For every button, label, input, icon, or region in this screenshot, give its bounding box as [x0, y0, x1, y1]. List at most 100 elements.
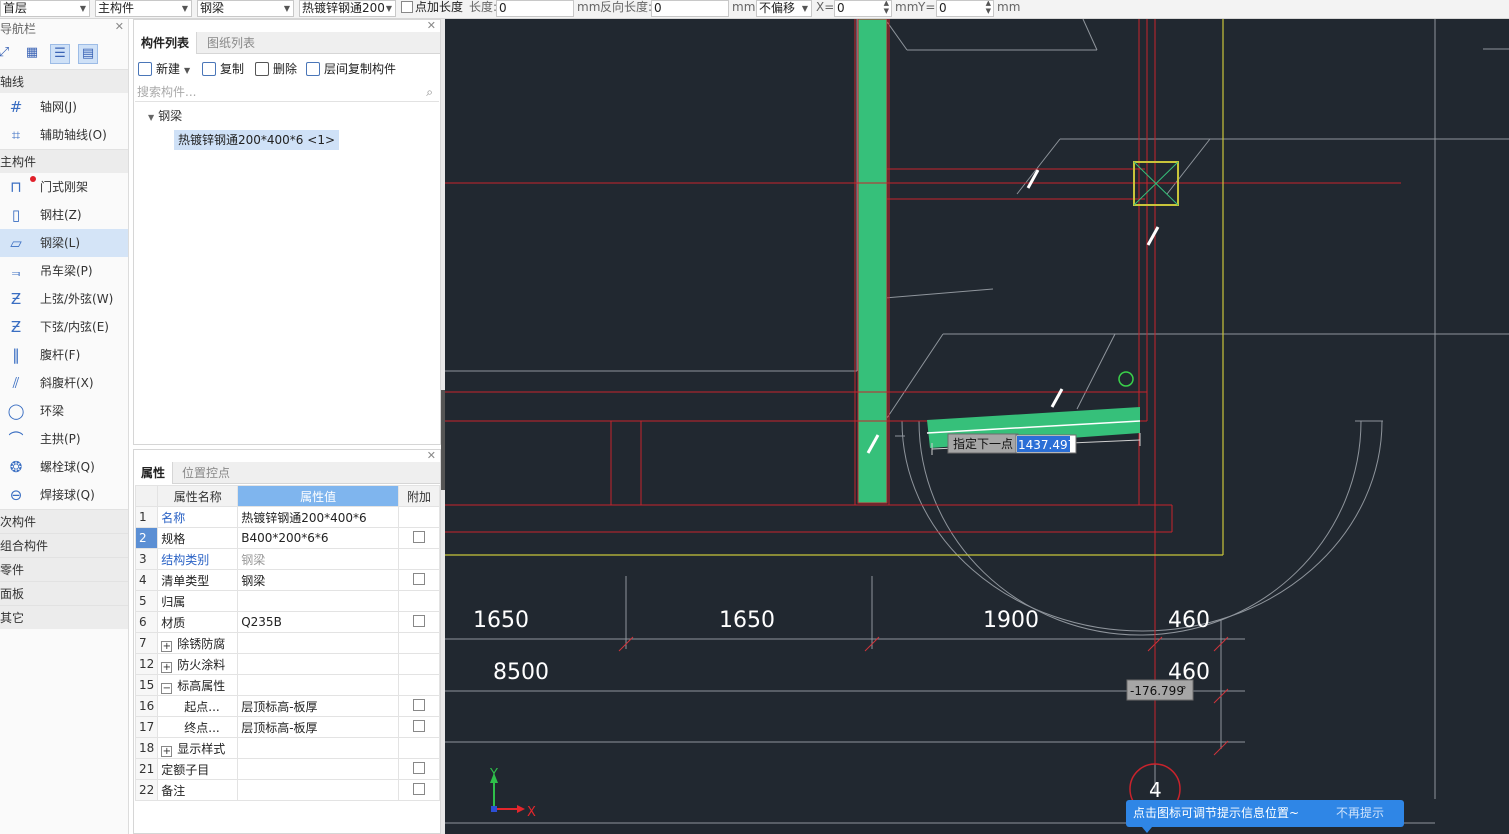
table-row[interactable]: 16 起点... 层顶标高-板厚 [134, 695, 440, 717]
expand-plus-icon[interactable]: + [161, 661, 173, 673]
nav-item-web-member[interactable]: ‖ 腹杆(F) [0, 341, 128, 369]
nav-section-other[interactable]: 其它 [0, 605, 128, 629]
collapse-minus-icon[interactable]: − [161, 682, 173, 694]
prop-value[interactable] [237, 779, 400, 801]
tab-properties[interactable]: 属性 [134, 462, 174, 484]
length-input[interactable]: 0 [496, 0, 574, 17]
spinner-icon[interactable]: ▲ ▼ [884, 1, 889, 15]
nav-item-aux-axis[interactable]: ⌗ 辅助轴线(O) [0, 121, 128, 149]
table-row[interactable]: 6 材质 Q235B [134, 611, 440, 633]
table-row[interactable]: 2 规格 B400*200*6*6 [134, 527, 440, 549]
offset-select[interactable]: 不偏移 ▼ [756, 0, 812, 17]
prop-name[interactable]: + 防火涂料 [157, 653, 239, 675]
list-view-icon[interactable]: ☰ [50, 44, 70, 64]
dismiss-hint-button[interactable]: 不再提示 [1336, 800, 1384, 827]
prop-value[interactable]: 层顶标高-板厚 [237, 716, 400, 738]
nav-item-bolt-ball[interactable]: ❂ 螺栓球(Q) [0, 453, 128, 481]
tab-component-list[interactable]: 构件列表 [134, 32, 198, 54]
prop-name[interactable]: + 除锈防腐 [157, 632, 239, 654]
table-row[interactable]: 21 定额子目 [134, 758, 440, 780]
extra-checkbox[interactable] [413, 761, 426, 774]
component-select[interactable]: 热镀锌钢通200 ▼ [299, 0, 396, 17]
nav-section-panel[interactable]: 面板 [0, 581, 128, 605]
icon-view-icon[interactable]: ▦ [22, 44, 42, 64]
nav-item-upper-chord[interactable]: Ƶ 上弦/外弦(W) [0, 285, 128, 313]
copy-button[interactable]: 复制 [202, 60, 244, 78]
nav-item-steel-beam[interactable]: ▱ 钢梁(L) [0, 229, 128, 257]
copy-between-floors-button[interactable]: 层间复制构件 [306, 60, 396, 78]
floor-select[interactable]: 首层 ▼ [0, 0, 90, 17]
prop-value[interactable]: 钢梁 [237, 569, 400, 591]
expand-plus-icon[interactable]: + [161, 640, 173, 652]
prop-value[interactable]: Q235B [237, 611, 400, 633]
angle-value[interactable]: -176.799 [1130, 684, 1184, 698]
extra-checkbox[interactable] [413, 572, 426, 585]
prop-value[interactable] [237, 758, 400, 780]
extra-checkbox[interactable] [413, 719, 426, 732]
table-row[interactable]: 12 + 防火涂料 [134, 653, 440, 675]
collapse-icon[interactable]: ⤢ [0, 44, 14, 64]
prop-value[interactable]: B400*200*6*6 [237, 527, 400, 549]
spinner-icon[interactable]: ▲ ▼ [986, 1, 991, 15]
prop-name[interactable]: + 显示样式 [157, 737, 239, 759]
extra-checkbox[interactable] [413, 530, 426, 543]
tab-drawing-list[interactable]: 图纸列表 [200, 32, 262, 54]
nav-section-axis[interactable]: 轴线 [0, 69, 128, 93]
nav-item-lower-chord[interactable]: Ƶ 下弦/内弦(E) [0, 313, 128, 341]
prop-name[interactable]: − 标高属性 [157, 674, 239, 696]
category-select[interactable]: 主构件 ▼ [95, 0, 192, 17]
nav-item-portal-frame[interactable]: ⊓ 门式刚架 [0, 173, 128, 201]
canvas-svg[interactable]: 1650 1650 1900 460 8500 460 4 Y X 指定下一点 … [445, 19, 1509, 834]
component-search-input[interactable]: 搜索构件... ⌕ [135, 82, 439, 102]
table-row[interactable]: 15 − 标高属性 [134, 674, 440, 696]
tree-item-selected[interactable]: 热镀锌钢通200*400*6 <1> [174, 130, 340, 150]
expand-plus-icon[interactable]: + [161, 745, 173, 757]
search-placeholder: 搜索构件... [137, 85, 197, 99]
nav-item-weld-ball[interactable]: ⊖ 焊接球(Q) [0, 481, 128, 509]
close-icon[interactable]: ✕ [427, 450, 436, 462]
extra-checkbox[interactable] [413, 782, 426, 795]
delete-button[interactable]: 删除 [255, 60, 297, 78]
nav-section-parts[interactable]: 零件 [0, 557, 128, 581]
extra-checkbox[interactable] [413, 698, 426, 711]
collapse-triangle-icon[interactable]: ▼ [148, 113, 154, 122]
table-row[interactable]: 1 名称 热镀锌钢通200*400*6 [134, 506, 440, 528]
nav-item-main-arch[interactable]: ⌒ 主拱(P) [0, 425, 128, 453]
table-row[interactable]: 5 归属 [134, 590, 440, 612]
nav-item-ring-beam[interactable]: ◯ 环梁 [0, 397, 128, 425]
y-input[interactable]: 0 ▲ ▼ [936, 0, 994, 17]
nav-section-main[interactable]: 主构件 [0, 149, 128, 173]
point-length-checkbox[interactable] [401, 1, 413, 13]
tree-group-steel-beam[interactable]: ▼ 钢梁 [148, 107, 182, 124]
nav-section-secondary[interactable]: 次构件 [0, 509, 128, 533]
tab-anchor-points[interactable]: 位置控点 [175, 462, 237, 484]
length-input-value[interactable]: 1437.497 [1018, 438, 1075, 452]
table-row[interactable]: 4 清单类型 钢梁 [134, 569, 440, 591]
prop-value[interactable]: 热镀锌钢通200*400*6 [237, 506, 400, 528]
search-icon[interactable]: ⌕ [426, 82, 433, 102]
point-length-toggle[interactable]: 点加长度 [401, 0, 463, 17]
type-select[interactable]: 钢梁 ▼ [197, 0, 294, 17]
new-button[interactable]: 新建 ▼ [138, 60, 190, 78]
detail-view-icon[interactable]: ▤ [78, 44, 98, 64]
hint-tooltip[interactable]: 点击图标可调节提示信息位置~ 不再提示 [1126, 800, 1404, 833]
reverse-length-input[interactable]: 0 [651, 0, 729, 17]
close-icon[interactable]: ✕ [427, 20, 436, 32]
nav-section-composite[interactable]: 组合构件 [0, 533, 128, 557]
nav-item-steel-column[interactable]: ▯ 钢柱(Z) [0, 201, 128, 229]
table-row[interactable]: 22 备注 [134, 779, 440, 801]
table-row[interactable]: 18 + 显示样式 [134, 737, 440, 759]
table-row[interactable]: 17 终点... 层顶标高-板厚 [134, 716, 440, 738]
close-icon[interactable]: ✕ [115, 19, 124, 35]
steel-column-member[interactable] [857, 19, 888, 504]
nav-item-crane-beam[interactable]: ⫬ 吊车梁(P) [0, 257, 128, 285]
extra-checkbox[interactable] [413, 614, 426, 627]
x-input[interactable]: 0 ▲ ▼ [834, 0, 892, 17]
prop-value[interactable]: 层顶标高-板厚 [237, 695, 400, 717]
table-row[interactable]: 7 + 除锈防腐 [134, 632, 440, 654]
prop-value[interactable] [237, 590, 400, 612]
table-row[interactable]: 3 结构类别 钢梁 [134, 548, 440, 570]
drawing-canvas[interactable]: 1650 1650 1900 460 8500 460 4 Y X 指定下一点 … [445, 19, 1509, 834]
nav-item-diagonal-web[interactable]: ⫽ 斜腹杆(X) [0, 369, 128, 397]
nav-item-grid[interactable]: # 轴网(J) [0, 93, 128, 121]
